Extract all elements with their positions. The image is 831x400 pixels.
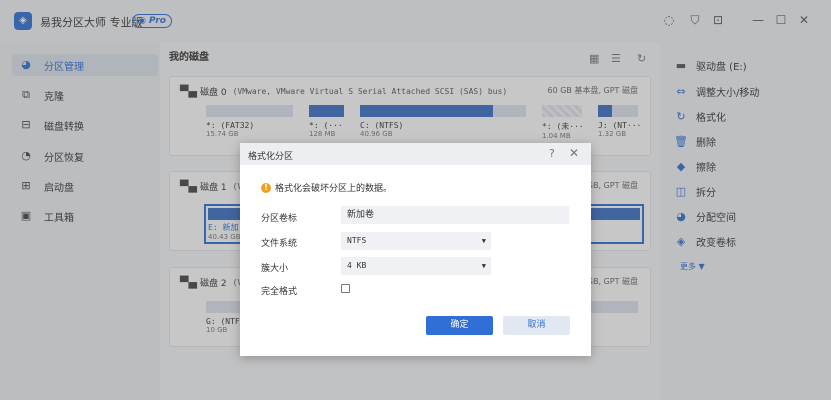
confirm-button[interactable]: 确定 [426,316,493,335]
file-system-label: 文件系统 [261,239,298,249]
dropdown-arrow-icon: ▼ [481,262,486,270]
file-system-select[interactable]: NTFS ▼ [341,232,491,250]
cluster-size-label: 簇大小 [261,264,289,274]
dialog-title-bar: 格式化分区 ? ✕ [240,143,591,165]
warning-text: 格式化会破坏分区上的数据。 [275,184,393,194]
full-format-checkbox[interactable] [341,284,350,293]
dialog-title: 格式化分区 [248,152,294,162]
cluster-size-select[interactable]: 4 KB ▼ [341,257,491,275]
close-icon[interactable]: ✕ [569,146,579,160]
help-icon[interactable]: ? [549,147,555,160]
cluster-size-value: 4 KB [347,261,367,270]
dropdown-arrow-icon: ▼ [481,237,486,245]
file-system-value: NTFS [347,236,367,245]
volume-label-label: 分区卷标 [261,214,298,224]
full-format-label: 完全格式 [261,287,298,297]
cancel-button[interactable]: 取消 [503,316,570,335]
warning-message: ! 格式化会破坏分区上的数据。 [261,181,392,194]
volume-label-input[interactable]: 新加卷 [341,206,569,224]
warning-icon: ! [261,182,271,193]
format-dialog: 格式化分区 ? ✕ ! 格式化会破坏分区上的数据。 分区卷标 新加卷 文件系统 … [240,143,591,356]
